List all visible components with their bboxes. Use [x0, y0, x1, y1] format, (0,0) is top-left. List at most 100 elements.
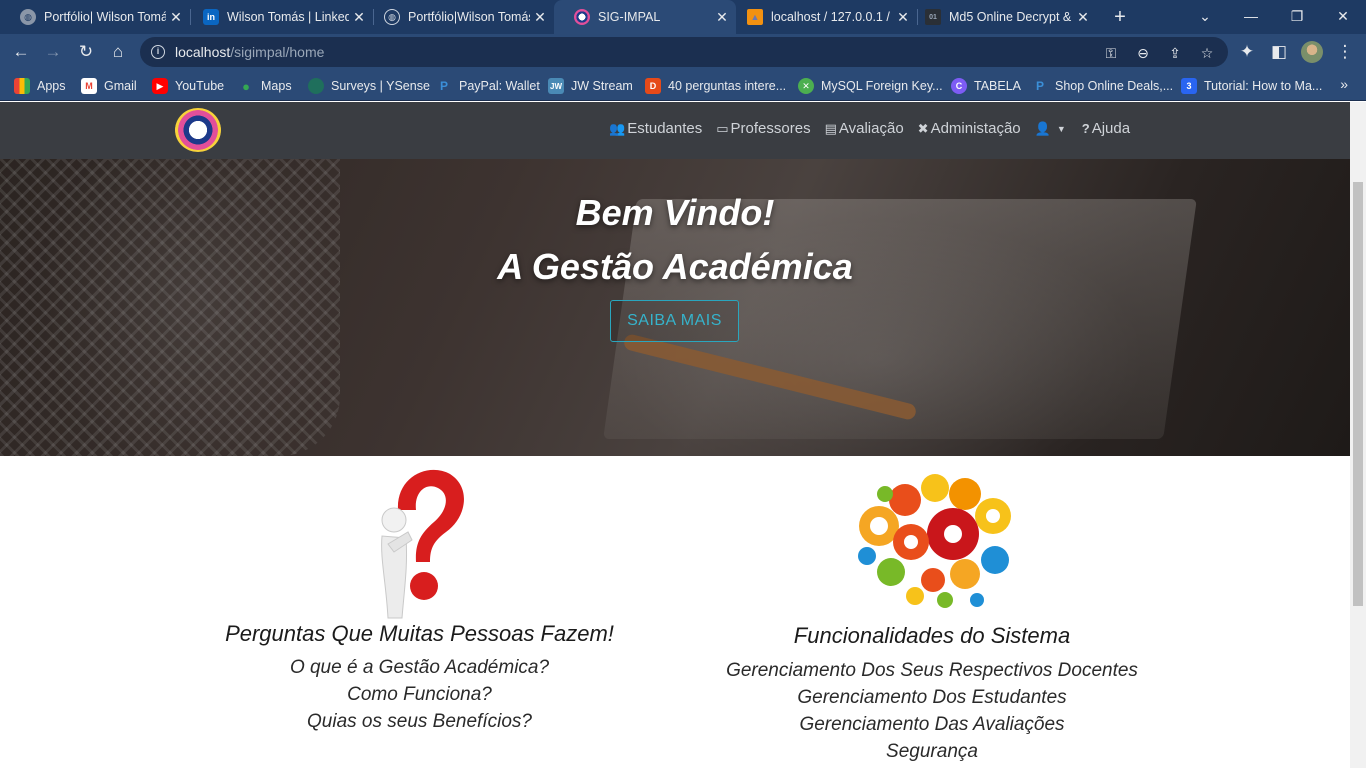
bookmark-40-perguntas[interactable]: D 40 perguntas intere... — [645, 76, 786, 96]
paypal-icon: P — [1035, 79, 1044, 93]
tab-phpmyadmin[interactable]: ▲ localhost / 127.0.0.1 / ✕ — [727, 0, 917, 34]
new-tab-button[interactable]: + — [1108, 5, 1132, 29]
saiba-mais-button[interactable]: SAIBA MAIS — [610, 300, 739, 342]
bookmark-apps[interactable]: Apps — [14, 76, 66, 96]
bookmark-label: JW Stream — [571, 79, 633, 93]
youtube-icon: ▶ — [152, 78, 168, 94]
close-tab-icon[interactable]: ✕ — [1073, 9, 1093, 26]
nav-user-dropdown[interactable]: 👤 ▼ — [1035, 121, 1068, 137]
close-window-button[interactable]: ✕ — [1320, 0, 1366, 34]
feature-item-2: Gerenciamento Dos Estudantes — [797, 687, 1067, 708]
web-page: 👥 Estudantes ▭ Professores ▤ Avaliação ✖… — [0, 102, 1350, 768]
bookmark-label: Shop Online Deals,... — [1055, 79, 1174, 93]
bookmark-maps[interactable]: ● Maps — [238, 76, 292, 96]
minimize-button[interactable]: — — [1228, 0, 1274, 34]
page-scrollbar[interactable] — [1350, 102, 1366, 768]
bookmark-label: YouTube — [175, 79, 225, 93]
bookmark-jw-stream[interactable]: JW JW Stream — [548, 76, 633, 96]
site-nav-links: 👥 Estudantes ▭ Professores ▤ Avaliação ✖… — [609, 120, 1144, 137]
bookmark-label: Maps — [261, 79, 292, 93]
tab-linkedin[interactable]: in Wilson Tomás | LinkedIn ✕ — [183, 0, 373, 34]
tab-title: Portfólio|Wilson Tomás — [408, 10, 530, 24]
menu-dots-icon[interactable]: ⋮ — [1332, 39, 1358, 65]
tab-sig-impal[interactable]: SIG-IMPAL ✕ — [554, 0, 736, 34]
side-panel-icon[interactable]: ◧ — [1266, 39, 1292, 65]
bookmark-label: 40 perguntas intere... — [668, 79, 787, 93]
user-icon: 👤 — [1034, 120, 1051, 136]
hero-title-line2: A Gestão Académica — [497, 246, 853, 287]
tools-icon: ✖ — [917, 120, 929, 136]
faq-title: Perguntas Que Muitas Pessoas Fazem! — [225, 621, 614, 646]
tab-portfolio-1[interactable]: ◍ Portfólio| Wilson Tomás ✕ — [0, 0, 190, 34]
bookmark-gmail[interactable]: M Gmail — [81, 76, 137, 96]
bookmark-tabela[interactable]: C TABELA — [951, 76, 1021, 96]
nav-administacao[interactable]: ✖ Administação — [918, 120, 1021, 137]
feature-item-4: Segurança — [886, 741, 978, 762]
address-url[interactable]: localhost/sigimpal/home — [175, 44, 324, 60]
chalkboard-teacher-icon: ▭ — [716, 120, 729, 136]
browser-toolbar: ← → ↻ ⌂ i localhost/sigimpal/home ⚿ ⊖ ⇪ … — [0, 34, 1366, 70]
url-path: /sigimpal/home — [230, 44, 325, 60]
globe-icon: ◍ — [20, 9, 36, 25]
nav-label: Professores — [730, 120, 811, 137]
bookmark-youtube[interactable]: ▶ YouTube — [152, 76, 224, 96]
close-tab-icon[interactable]: ✕ — [530, 9, 550, 26]
nav-label: Ajuda — [1091, 120, 1131, 137]
maps-pin-icon: ● — [242, 78, 250, 94]
feature-item-3: Gerenciamento Das Avaliações — [799, 714, 1065, 735]
nav-avaliacao[interactable]: ▤ Avaliação — [825, 120, 904, 137]
home-icon[interactable]: ⌂ — [105, 39, 131, 65]
linkedin-icon: in — [203, 9, 219, 25]
restore-button[interactable]: ❐ — [1274, 0, 1320, 34]
list-alt-icon: ▤ — [824, 120, 837, 136]
phpmyadmin-icon: ▲ — [747, 9, 763, 25]
bookmark-label: Surveys | YSense — [331, 79, 430, 93]
users-icon: 👥 — [609, 120, 626, 136]
bookmark-label: PayPal: Wallet — [459, 79, 540, 93]
faq-item-3: Quias os seus Benefícios? — [307, 711, 532, 732]
reload-icon[interactable]: ↻ — [73, 39, 99, 65]
forward-arrow-icon[interactable]: → — [40, 39, 66, 65]
tab-title: localhost / 127.0.0.1 / — [771, 10, 890, 24]
site-info-icon[interactable]: i — [151, 45, 165, 59]
bookmark-star-icon[interactable]: ☆ — [1198, 44, 1216, 62]
css3-icon: 3 — [1181, 78, 1197, 94]
extensions-puzzle-icon[interactable]: ✦ — [1234, 39, 1260, 65]
nav-label: Avaliação — [838, 120, 904, 137]
site-navbar: 👥 Estudantes ▭ Professores ▤ Avaliação ✖… — [0, 102, 1350, 159]
bookmark-shop-online[interactable]: P Shop Online Deals,... — [1032, 76, 1173, 96]
bookmark-mysql[interactable]: ✕ MySQL Foreign Key... — [798, 76, 943, 96]
nav-label: Administação — [930, 120, 1021, 137]
nav-estudantes[interactable]: 👥 Estudantes — [609, 120, 702, 137]
tab-title: Portfólio| Wilson Tomás — [44, 10, 166, 24]
canva-icon: C — [951, 78, 967, 94]
feature-item-1: Gerenciamento Dos Seus Respectivos Docen… — [726, 660, 1138, 681]
profile-avatar[interactable] — [1301, 41, 1323, 63]
chevron-more-icon[interactable]: » — [1340, 76, 1348, 92]
nav-label: Estudantes — [627, 120, 703, 137]
bookmark-paypal[interactable]: P PayPal: Wallet — [436, 76, 540, 96]
apps-grid-icon — [14, 78, 30, 94]
bookmark-ysense[interactable]: Surveys | YSense — [308, 76, 430, 96]
nav-professores[interactable]: ▭ Professores — [716, 120, 810, 137]
tab-search-button[interactable]: ⌄ — [1182, 0, 1228, 34]
back-arrow-icon[interactable]: ← — [8, 39, 34, 65]
tab-title: Md5 Online Decrypt & — [949, 10, 1072, 24]
tab-portfolio-2[interactable]: ◍ Portfólio|Wilson Tomás ✕ — [364, 0, 554, 34]
scrollbar-thumb[interactable] — [1353, 182, 1363, 606]
faq-item-2: Como Funciona? — [347, 684, 492, 705]
tab-title: Wilson Tomás | LinkedIn — [227, 10, 349, 24]
nav-ajuda[interactable]: ? Ajuda — [1082, 120, 1130, 137]
address-bar[interactable]: i localhost/sigimpal/home ⚿ ⊖ ⇪ ☆ — [140, 37, 1228, 67]
site-logo[interactable] — [175, 108, 221, 152]
tab-title: SIG-IMPAL — [598, 10, 661, 24]
bookmark-tutorial[interactable]: 3 Tutorial: How to Ma... — [1181, 76, 1322, 96]
key-icon[interactable]: ⚿ — [1102, 44, 1120, 62]
bookmark-label: Apps — [37, 79, 66, 93]
gmail-icon: M — [81, 78, 97, 94]
mysql-icon: ✕ — [798, 78, 814, 94]
zoom-icon[interactable]: ⊖ — [1134, 44, 1152, 62]
bookmark-label: TABELA — [974, 79, 1022, 93]
share-icon[interactable]: ⇪ — [1166, 44, 1184, 62]
tab-md5[interactable]: 01 Md5 Online Decrypt & ✕ — [905, 0, 1097, 34]
